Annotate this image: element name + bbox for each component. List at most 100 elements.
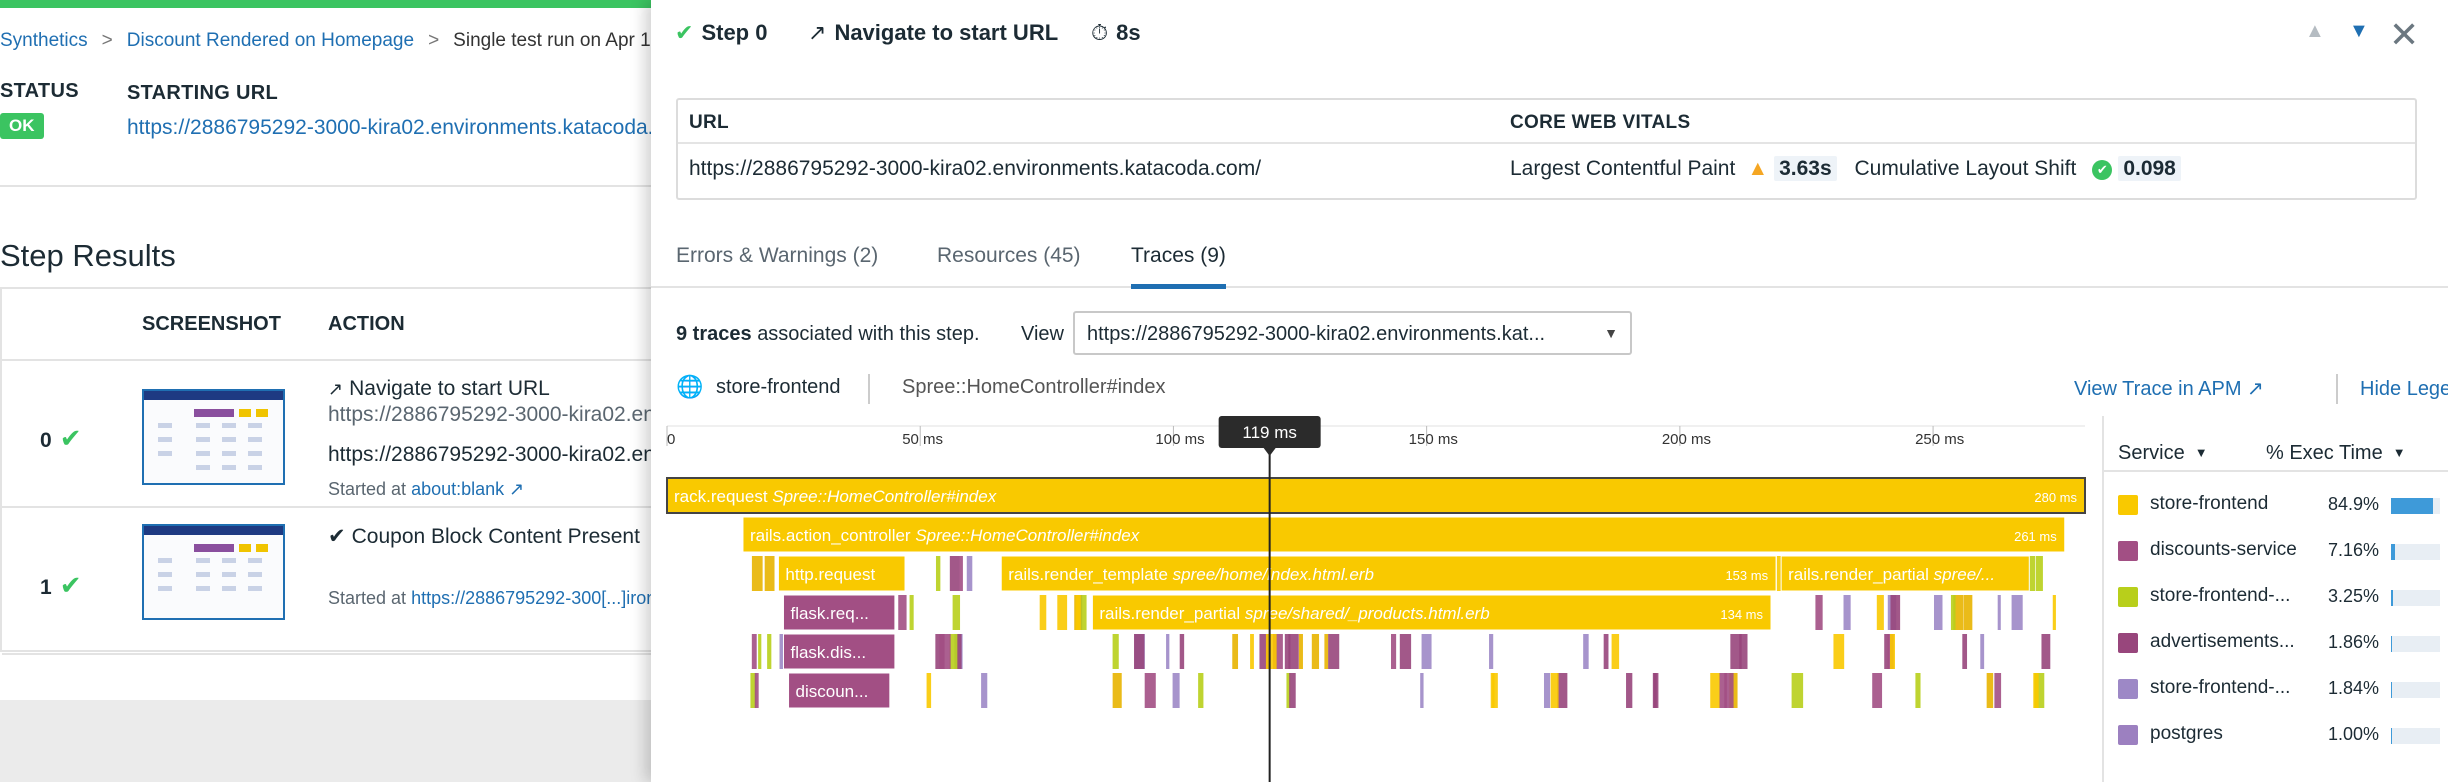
starting-url-link[interactable]: https://2886795292-3000-kira02.environme… xyxy=(127,116,699,140)
chevron-right-icon: > xyxy=(101,30,113,51)
span-sliver xyxy=(1950,595,1956,630)
legend-service-sort[interactable]: Service ▼ xyxy=(2118,442,2208,465)
trace-span[interactable]: rails.render_partial spree/... xyxy=(1780,555,2030,592)
trace-span[interactable]: rails.render_template spree/home/index.h… xyxy=(1000,555,1777,592)
globe-icon: 🌐 xyxy=(676,374,704,399)
span-sliver xyxy=(764,556,775,591)
span-sliver xyxy=(957,634,962,669)
legend-item[interactable]: store-frontend-... 1.84% xyxy=(2104,666,2448,710)
trace-span[interactable]: rails.action_controller Spree::HomeContr… xyxy=(742,516,2066,553)
legend-exec-bar xyxy=(2391,590,2440,606)
span-sliver xyxy=(1872,673,1883,708)
external-link-icon: ↗ xyxy=(509,479,525,499)
warning-icon: ▲ xyxy=(1747,157,1769,180)
column-header-screenshot: SCREENSHOT xyxy=(142,313,281,335)
breadcrumb-synthetics[interactable]: Synthetics xyxy=(0,30,88,51)
step-results-title: Step Results xyxy=(0,238,176,273)
trace-span[interactable]: discoun... xyxy=(788,672,891,709)
status-badge: OK xyxy=(0,113,44,139)
next-step-button[interactable]: ▼ xyxy=(2349,20,2369,43)
trace-flamegraph[interactable]: 0 50 ms 100 ms 150 ms 200 ms 250 ms rack.reque… xyxy=(651,416,2102,782)
legend-exec-sort[interactable]: % Exec Time ▼ xyxy=(2266,442,2406,465)
divider xyxy=(868,374,870,404)
axis-tick-label: 0 xyxy=(667,431,675,448)
tab-traces[interactable]: Traces (9) xyxy=(1131,244,1226,289)
table-header: SCREENSHOT ACTION xyxy=(2,289,658,361)
table-row[interactable]: 0 ✔ ↗ Navigate to start URL https://288679… xyxy=(2,361,900,508)
close-panel-button[interactable]: ✕ xyxy=(2389,14,2419,56)
span-sliver xyxy=(1134,634,1145,669)
status-bar xyxy=(0,0,660,8)
step-action-title: ↗ Navigate to start URL xyxy=(808,20,1059,45)
span-sliver xyxy=(1420,673,1424,708)
legend-item[interactable]: postgres 1.00% xyxy=(2104,712,2448,756)
legend-exec-pct: 1.86% xyxy=(2327,632,2379,652)
span-sliver xyxy=(1288,634,1299,669)
span-sliver xyxy=(1710,673,1720,708)
trace-view-select[interactable]: https://2886795292-3000-kira02.environme… xyxy=(1073,311,1632,355)
legend-exec-bar xyxy=(2391,498,2440,514)
span-sliver xyxy=(1791,673,1804,708)
span-sliver xyxy=(949,634,959,669)
hide-legend-button[interactable]: Hide Legend ⇥ xyxy=(2360,376,2448,401)
breadcrumb-current: Single test run on Apr 1 xyxy=(453,30,651,51)
span-sliver xyxy=(1994,673,2002,708)
trace-span[interactable]: flask.dis... xyxy=(782,633,896,670)
flamegraph-svg[interactable]: 0 50 ms 100 ms 150 ms 200 ms 250 ms rack.reque… xyxy=(651,416,2102,782)
span-sliver xyxy=(1489,634,1494,669)
chevron-right-icon: > xyxy=(428,30,440,51)
previous-step-button[interactable]: ▲ xyxy=(2305,20,2325,43)
span-sliver xyxy=(966,556,973,591)
span-sliver xyxy=(2052,595,2056,630)
legend-item[interactable]: store-frontend-... 3.25% xyxy=(2104,574,2448,618)
legend-exec-bar xyxy=(2391,682,2440,698)
legend-swatch xyxy=(2118,541,2138,561)
legend-service-name: advertisements... xyxy=(2150,631,2295,652)
span-sliver xyxy=(1603,634,1609,669)
view-trace-in-apm-link[interactable]: View Trace in APM ↗ xyxy=(2074,376,2264,401)
span-sliver xyxy=(2011,595,2023,630)
legend-exec-bar-fill xyxy=(2391,544,2395,560)
chevron-up-icon: ▲ xyxy=(2305,20,2325,42)
span-sliver xyxy=(959,556,963,591)
step-label: ✔ Step 0 xyxy=(675,20,768,45)
step-screenshot-thumbnail[interactable] xyxy=(142,524,285,620)
span-sliver xyxy=(1179,634,1185,669)
check-icon: ✔ xyxy=(328,525,346,548)
trace-span[interactable]: http.request xyxy=(777,555,906,592)
span-sliver xyxy=(1543,673,1551,708)
span-label: rails.render_partial spree/... xyxy=(1788,565,1995,584)
span-sliver xyxy=(952,595,961,630)
table-row[interactable]: 1 ✔ ✔ Coupon Block Content Present Started… xyxy=(2,508,827,655)
span-sliver xyxy=(1328,634,1340,669)
trace-span[interactable]: rails.render_partial spree/shared/_produ… xyxy=(1091,594,1772,631)
span-sliver xyxy=(1652,673,1657,708)
core-web-vitals-header: CORE WEB VITALS xyxy=(1510,112,1691,133)
legend-item[interactable]: store-frontend 84.9% xyxy=(2104,482,2448,526)
legend-item[interactable]: discounts-service 7.16% xyxy=(2104,528,2448,572)
lcp-label: Largest Contentful Paint xyxy=(1510,157,1736,180)
breadcrumb-test[interactable]: Discount Rendered on Homepage xyxy=(127,30,414,51)
trace-span[interactable]: flask.req... xyxy=(782,594,896,631)
tab-resources[interactable]: Resources (45) xyxy=(937,244,1081,268)
legend-header: Service ▼ % Exec Time ▼ xyxy=(2104,416,2448,472)
legend-exec-bar-fill xyxy=(2391,590,2393,606)
span-duration-label: 153 ms xyxy=(1725,568,1768,583)
started-at-link[interactable]: about:blank xyxy=(411,479,504,499)
legend-service-name: store-frontend xyxy=(2150,493,2269,514)
page-footer xyxy=(0,700,660,782)
span-sliver xyxy=(1492,673,1498,708)
span-sliver xyxy=(1399,634,1412,669)
span-sliver xyxy=(1311,634,1320,669)
axis-tick-label: 50 ms xyxy=(902,431,943,448)
tab-errors-warnings[interactable]: Errors & Warnings (2) xyxy=(676,244,878,268)
legend-item[interactable]: advertisements... 1.86% xyxy=(2104,620,2448,664)
span-sliver xyxy=(1890,595,1901,630)
step-screenshot-thumbnail[interactable] xyxy=(142,389,285,485)
span-sliver xyxy=(758,634,762,669)
span-sliver xyxy=(1324,634,1329,669)
legend-service-name: store-frontend-... xyxy=(2150,677,2291,698)
check-icon: ✔ xyxy=(59,570,82,600)
trace-span[interactable]: rack.request Spree::HomeController#index… xyxy=(666,477,2086,514)
span-sliver xyxy=(981,673,988,708)
